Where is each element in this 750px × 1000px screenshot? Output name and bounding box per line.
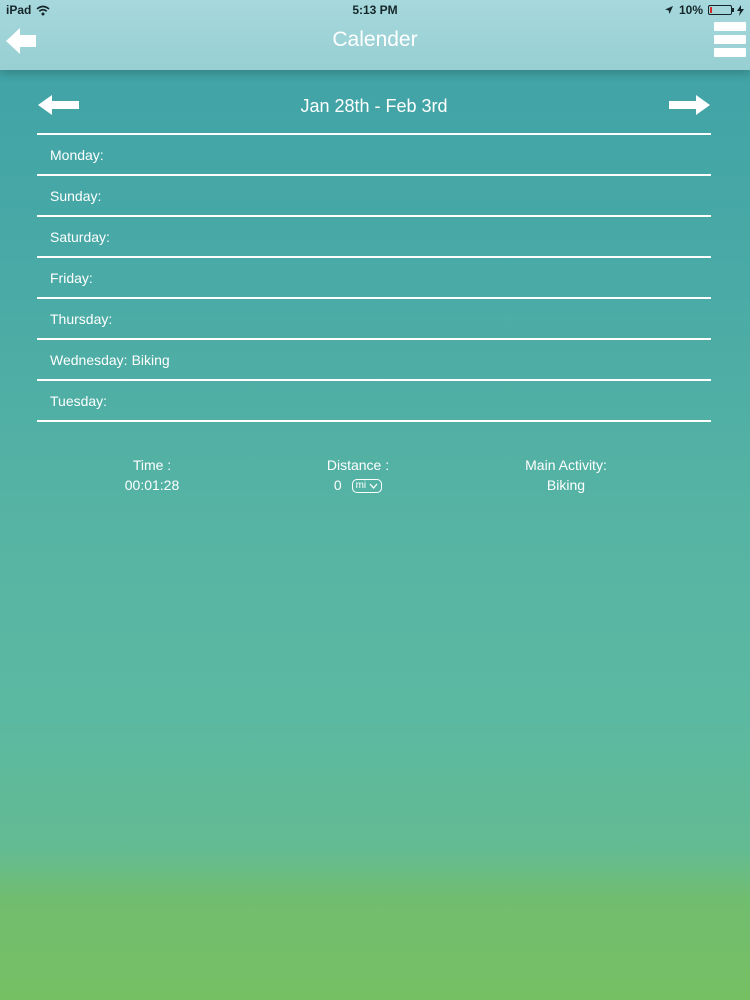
week-range: Jan 28th - Feb 3rd [300, 96, 448, 116]
distance-unit-select[interactable]: mi [351, 479, 383, 494]
day-activity: Biking [131, 351, 170, 368]
day-list: Monday: Sunday: Saturday: Friday: Thursd… [37, 133, 711, 422]
right-arrow-icon [669, 95, 710, 115]
wifi-icon [36, 5, 50, 15]
menu-button[interactable] [714, 22, 746, 60]
status-time: 5:13 PM [352, 3, 398, 17]
distance-label: Distance : [326, 457, 390, 473]
day-label: Saturday: [50, 228, 110, 245]
distance-unit: mi [355, 480, 367, 492]
day-row-friday[interactable]: Friday: [37, 258, 711, 299]
status-bar: iPad 5:13 PM 10% [0, 0, 750, 20]
day-label: Wednesday: [50, 351, 128, 368]
day-label: Tuesday: [50, 392, 108, 409]
distance-value: 0 [333, 477, 342, 493]
weekly-summary: Time : 00:01:28 Distance : 0 mi Main Act… [0, 455, 750, 505]
day-label: Friday: [50, 269, 93, 286]
day-row-tuesday[interactable]: Tuesday: [37, 381, 711, 422]
location-arrow-icon [664, 6, 673, 14]
day-row-saturday[interactable]: Saturday: [37, 217, 711, 258]
day-row-wednesday[interactable]: Wednesday: Biking [37, 340, 711, 381]
day-label: Thursday: [50, 310, 113, 327]
menu-icon [714, 22, 746, 31]
page-title: Calender [332, 28, 418, 51]
day-row-monday[interactable]: Monday: [37, 135, 711, 176]
main-activity-label: Main Activity: [525, 457, 607, 473]
day-row-sunday[interactable]: Sunday: [37, 176, 711, 217]
next-week-button[interactable] [667, 92, 711, 118]
battery-icon [708, 5, 734, 15]
time-label: Time : [132, 457, 172, 473]
distance-stat: Distance : 0 mi [278, 455, 438, 495]
day-label: Sunday: [50, 187, 102, 204]
time-value: 00:01:28 [124, 477, 180, 493]
day-row-thursday[interactable]: Thursday: [37, 299, 711, 340]
day-label: Monday: [50, 146, 104, 163]
chevron-down-icon [369, 483, 378, 490]
week-navigator: Jan 28th - Feb 3rd [37, 86, 711, 126]
battery-percent: 10% [678, 3, 703, 17]
main-activity-stat: Main Activity: Biking [486, 455, 646, 495]
charging-bolt-icon [737, 4, 744, 16]
device-name: iPad [6, 3, 32, 17]
main-activity-value: Biking [546, 477, 586, 493]
time-stat: Time : 00:01:28 [72, 455, 232, 495]
